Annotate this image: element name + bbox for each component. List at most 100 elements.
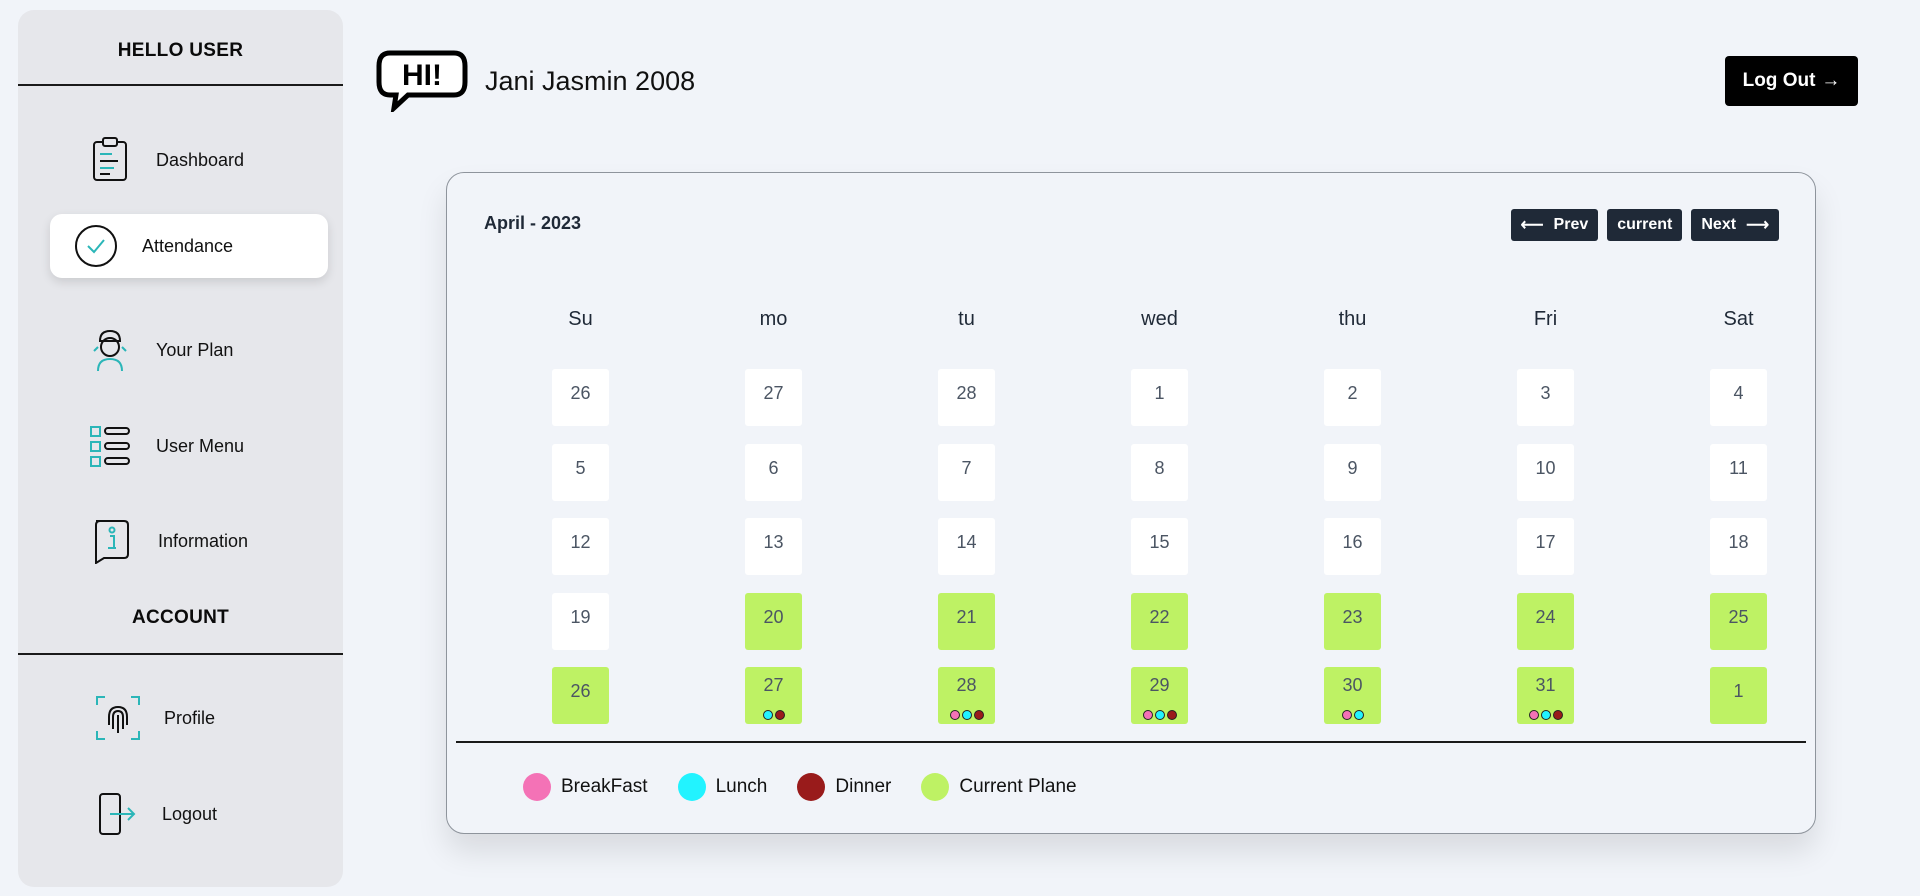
calendar-day[interactable]: 8: [1131, 443, 1188, 501]
next-button[interactable]: Next ⟶: [1691, 209, 1779, 241]
calendar-day[interactable]: 24: [1517, 592, 1574, 650]
calendar-day[interactable]: 17: [1517, 518, 1574, 575]
dinner-dot: [1552, 710, 1563, 720]
day-number: 30: [1342, 675, 1363, 695]
day-number: 17: [1535, 532, 1556, 552]
calendar-nav: ⟵ Prev current Next ⟶: [1510, 209, 1779, 241]
calendar-day[interactable]: 4: [1710, 369, 1767, 426]
day-number: 23: [1342, 606, 1363, 627]
calendar-day[interactable]: 12: [552, 518, 609, 575]
sidebar-divider: [18, 653, 343, 655]
calendar-day[interactable]: 28: [938, 667, 995, 724]
sidebar-item-logout[interactable]: Logout: [50, 782, 328, 846]
calendar-day[interactable]: 23: [1324, 592, 1381, 650]
calendar-day[interactable]: 9: [1324, 443, 1381, 501]
calendar-day[interactable]: 6: [745, 443, 802, 501]
calendar-day[interactable]: 2: [1324, 369, 1381, 426]
calendar-day[interactable]: 31: [1517, 667, 1574, 724]
arrow-right-icon: →: [1821, 70, 1841, 91]
prev-button[interactable]: ⟵ Prev: [1510, 209, 1599, 241]
calendar-day[interactable]: 15: [1131, 518, 1188, 575]
calendar-day[interactable]: 18: [1710, 518, 1767, 575]
fingerprint-icon: [90, 690, 146, 746]
meal-dots: [1324, 710, 1381, 720]
calendar-day[interactable]: 10: [1517, 443, 1574, 501]
calendar-day[interactable]: 7: [938, 443, 995, 501]
weekday-label: mo: [759, 308, 788, 330]
lunch-dot: [762, 710, 773, 720]
calendar-day[interactable]: 28: [938, 369, 995, 426]
calendar-day[interactable]: 26: [552, 667, 609, 724]
account-heading: ACCOUNT: [131, 607, 230, 628]
chef-icon: [82, 322, 138, 378]
sidebar-item-user-menu[interactable]: User Menu: [50, 414, 328, 478]
list-icon: [82, 418, 138, 474]
log-out-button[interactable]: Log Out →: [1725, 56, 1858, 106]
day-number: 19: [570, 606, 591, 627]
calendar-day[interactable]: 25: [1710, 592, 1767, 650]
day-number: 28: [956, 383, 977, 403]
weekday-label: Fri: [1533, 308, 1558, 330]
legend-swatch: [677, 773, 706, 801]
day-number: 6: [768, 457, 779, 478]
sidebar-item-attendance[interactable]: Attendance: [50, 214, 328, 278]
legend-swatch: [797, 773, 826, 801]
day-number: 7: [961, 457, 972, 478]
calendar-day[interactable]: 26: [552, 369, 609, 426]
legend-label: BreakFast: [561, 776, 648, 797]
hi-logo: HI!: [376, 50, 468, 117]
sidebar-item-profile[interactable]: Profile: [50, 686, 328, 750]
calendar-day[interactable]: 1: [1710, 667, 1767, 724]
sidebar-item-label: Attendance: [142, 235, 234, 256]
calendar-day[interactable]: 27: [745, 369, 802, 426]
legend-swatch: [523, 773, 551, 801]
current-label: current: [1617, 216, 1673, 233]
legend-item: Lunch: [677, 773, 768, 801]
calendar-day[interactable]: 20: [745, 592, 802, 650]
lunch-dot: [1353, 710, 1364, 720]
calendar-day[interactable]: 29: [1131, 667, 1188, 724]
calendar-day[interactable]: 30: [1324, 667, 1381, 724]
calendar-day[interactable]: 14: [938, 518, 995, 575]
day-number: 25: [1728, 606, 1749, 627]
lunch-dot: [1540, 710, 1551, 720]
calendar-day[interactable]: 27: [745, 667, 802, 724]
sidebar-item-your-plan[interactable]: Your Plan: [50, 318, 328, 382]
user-name: Jani Jasmin 2008: [485, 66, 696, 96]
day-number: 4: [1733, 383, 1744, 403]
sidebar-item-information[interactable]: Information: [50, 509, 328, 573]
calendar-day[interactable]: 13: [745, 518, 802, 575]
calendar-day[interactable]: 11: [1710, 443, 1767, 501]
sidebar-item-dashboard[interactable]: Dashboard: [50, 128, 328, 192]
breakfast-dot: [949, 710, 960, 720]
legend-label: Lunch: [715, 776, 768, 797]
calendar-day[interactable]: 22: [1131, 592, 1188, 650]
calendar-day[interactable]: 3: [1517, 369, 1574, 426]
day-number: 1: [1154, 383, 1165, 403]
weekday-label: thu: [1338, 308, 1367, 330]
lunch-dot: [961, 710, 972, 720]
breakfast-dot: [1142, 710, 1153, 720]
day-number: 12: [570, 532, 591, 552]
calendar-day[interactable]: 1: [1131, 369, 1188, 426]
meal-dots: [938, 710, 995, 720]
dinner-dot: [774, 710, 785, 720]
calendar-day[interactable]: 16: [1324, 518, 1381, 575]
day-number: 16: [1342, 532, 1363, 552]
day-number: 28: [956, 675, 977, 695]
calendar-week: 12 13 14 15 16 17 18: [484, 518, 1835, 593]
current-button[interactable]: current: [1607, 209, 1683, 241]
calendar-day[interactable]: 5: [552, 443, 609, 501]
arrow-right-icon: ⟶: [1746, 217, 1769, 234]
calendar-week: 5 6 7 8 9 10 11: [484, 443, 1835, 519]
prev-label: Prev: [1553, 216, 1589, 233]
calendar-day[interactable]: 21: [938, 592, 995, 650]
month-title: April - 2023: [484, 213, 582, 233]
sidebar-item-label: User Menu: [156, 435, 245, 456]
dinner-dot: [1166, 710, 1177, 720]
weekday-label: tu: [958, 308, 975, 330]
legend-swatch: [921, 773, 950, 801]
meal-dots: [745, 710, 802, 720]
calendar-day[interactable]: 19: [552, 592, 609, 650]
sidebar-item-label: Logout: [162, 803, 218, 824]
